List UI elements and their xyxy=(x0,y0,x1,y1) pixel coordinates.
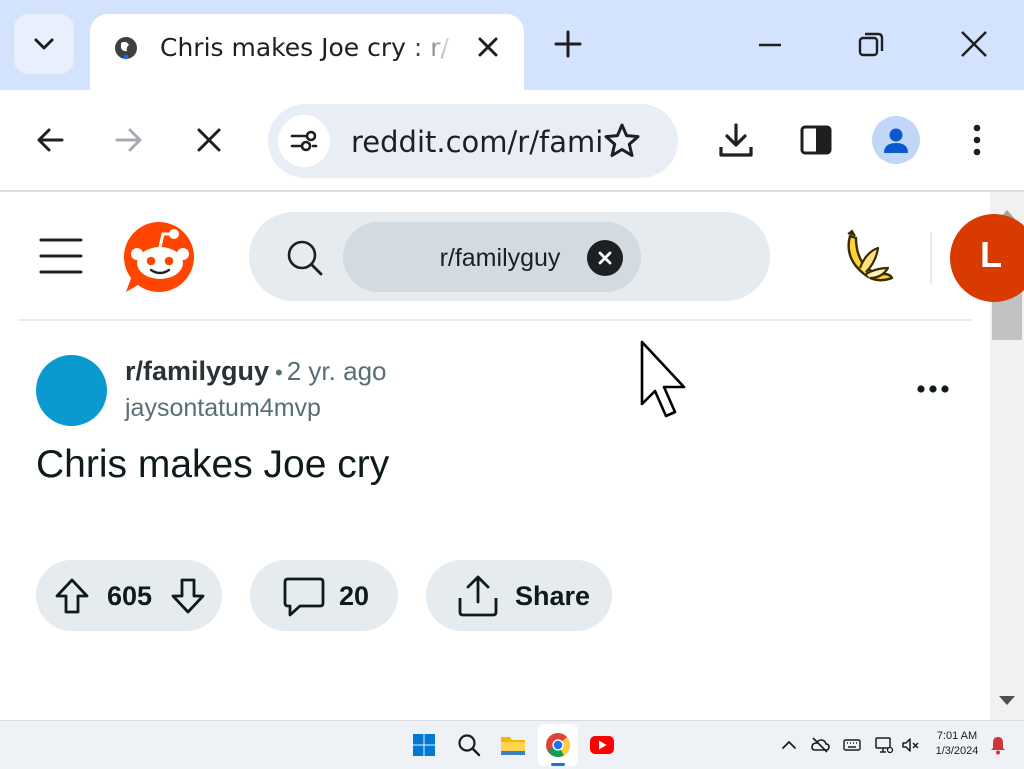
forward-button[interactable] xyxy=(107,118,151,162)
new-tab-icon[interactable] xyxy=(552,28,584,60)
meta-separator: • xyxy=(275,360,283,385)
reddit-logo-icon[interactable] xyxy=(122,220,198,294)
user-avatar[interactable]: L xyxy=(950,214,1024,302)
forward-icon xyxy=(115,128,142,152)
profile-button[interactable] xyxy=(872,116,920,164)
banana-icon[interactable] xyxy=(838,228,898,288)
chrome-icon xyxy=(546,733,571,758)
taskbar-search-icon xyxy=(458,734,481,757)
upvote-icon[interactable] xyxy=(54,577,90,615)
share-button[interactable]: Share xyxy=(426,560,612,631)
clear-search-chip-button[interactable] xyxy=(587,240,623,276)
chrome-menu-icon xyxy=(973,124,981,156)
windows-taskbar: 7:01 AM 1/3/2024 xyxy=(0,720,1024,769)
url-text[interactable]: reddit.com/r/familyguy/comments xyxy=(351,124,601,160)
user-avatar-initial: L xyxy=(980,234,1002,275)
onedrive-offline-icon[interactable] xyxy=(810,735,830,755)
site-info-button[interactable] xyxy=(278,115,330,167)
profile-icon xyxy=(884,128,908,153)
download-icon xyxy=(719,123,753,157)
chrome-menu-button[interactable] xyxy=(955,118,999,162)
search-subreddit-chip[interactable]: r/familyguy xyxy=(343,222,641,292)
reddit-search-bar[interactable]: r/familyguy xyxy=(249,212,770,301)
address-bar[interactable]: reddit.com/r/familyguy/comments xyxy=(268,104,678,178)
chrome-taskbar-button[interactable] xyxy=(542,729,574,761)
tab-title: Chris makes Joe cry : r/familyguy xyxy=(160,33,450,62)
comment-icon xyxy=(283,577,325,617)
tab-search-button[interactable] xyxy=(14,14,74,74)
mouse-cursor-icon xyxy=(640,340,686,418)
back-button[interactable] xyxy=(28,118,72,162)
hamburger-menu-icon[interactable] xyxy=(36,236,86,276)
header-divider xyxy=(18,319,972,321)
subreddit-link[interactable]: r/familyguy xyxy=(125,356,269,386)
post-meta: r/familyguy • 2 yr. ago xyxy=(125,356,386,394)
vote-count: 605 xyxy=(107,581,153,611)
vote-control: 605 xyxy=(36,560,222,631)
youtube-taskbar-button[interactable] xyxy=(586,729,618,761)
clock-time: 7:01 AM xyxy=(936,730,978,742)
scroll-down-arrow-icon[interactable] xyxy=(997,694,1017,708)
post-author[interactable]: jaysontatum4mvp xyxy=(125,394,321,423)
search-icon xyxy=(287,240,323,276)
comments-button[interactable]: 20 xyxy=(250,560,398,631)
post-age: 2 yr. ago xyxy=(286,356,387,386)
site-info-icon xyxy=(290,130,318,152)
network-display-icon[interactable] xyxy=(874,735,894,755)
browser-toolbar: reddit.com/r/familyguy/comments xyxy=(0,90,1024,190)
start-button[interactable] xyxy=(408,729,440,761)
tab-close-icon[interactable] xyxy=(474,33,502,61)
downvote-icon[interactable] xyxy=(170,577,206,615)
youtube-icon xyxy=(590,736,614,754)
keyboard-icon[interactable] xyxy=(842,735,862,755)
chrome-running-indicator xyxy=(551,763,565,766)
globe-favicon-icon xyxy=(115,37,137,60)
downloads-button[interactable] xyxy=(714,118,758,162)
show-hidden-icons-icon[interactable] xyxy=(779,735,799,755)
header-divider-vertical xyxy=(930,232,932,284)
side-panel-button[interactable] xyxy=(794,118,838,162)
window-close-icon[interactable] xyxy=(958,28,990,60)
bookmark-star-icon[interactable] xyxy=(602,121,642,161)
restore-icon[interactable] xyxy=(856,30,886,60)
toolbar-divider xyxy=(0,190,1024,192)
taskbar-search-button[interactable] xyxy=(453,729,485,761)
volume-muted-icon[interactable] xyxy=(900,735,920,755)
minimize-icon[interactable] xyxy=(756,30,784,58)
comment-count: 20 xyxy=(339,581,370,611)
stop-loading-icon xyxy=(197,128,221,152)
tab-search-icon xyxy=(34,38,54,50)
tab-title-fade xyxy=(410,26,456,70)
notification-bell-icon[interactable] xyxy=(988,735,1008,755)
file-explorer-button[interactable] xyxy=(497,729,529,761)
share-label: Share xyxy=(515,581,591,611)
clear-icon xyxy=(598,251,612,265)
back-icon xyxy=(37,128,64,152)
side-panel-icon xyxy=(800,125,832,155)
system-clock[interactable]: 7:01 AM 1/3/2024 xyxy=(928,729,986,759)
post-title[interactable]: Chris makes Joe cry xyxy=(36,440,389,490)
browser-tab[interactable]: Chris makes Joe cry : r/familyguy xyxy=(90,14,524,94)
share-icon xyxy=(458,575,498,617)
subreddit-avatar[interactable] xyxy=(36,355,107,426)
windows-logo-icon xyxy=(413,734,435,756)
folder-icon xyxy=(501,737,525,755)
clock-date: 1/3/2024 xyxy=(935,745,979,757)
more-options-icon[interactable] xyxy=(912,374,954,404)
stop-loading-button[interactable] xyxy=(187,118,231,162)
